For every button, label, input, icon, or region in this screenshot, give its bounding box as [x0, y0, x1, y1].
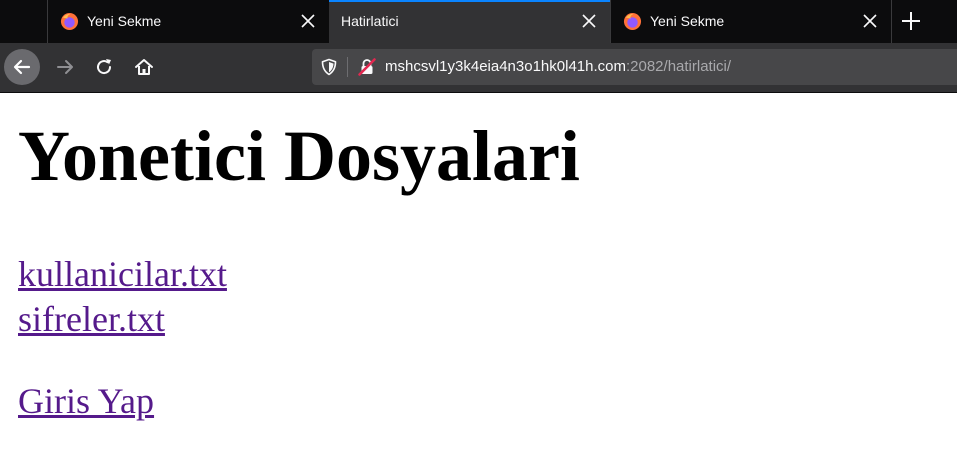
tab-title: Yeni Sekme: [650, 13, 725, 29]
tab-title: Yeni Sekme: [87, 13, 162, 29]
close-icon[interactable]: [301, 14, 315, 28]
url-path: :2082/hatirlatici/: [625, 58, 732, 75]
close-icon[interactable]: [582, 14, 596, 28]
insecure-lock-icon[interactable]: [357, 57, 377, 77]
tabstrip-spacer: [0, 0, 47, 43]
home-button[interactable]: [126, 49, 162, 85]
tab-yeni-sekme-1[interactable]: Yeni Sekme: [47, 0, 329, 43]
back-arrow-icon: [13, 59, 31, 75]
tab-title: Hatirlatici: [341, 13, 399, 29]
tab-yeni-sekme-2[interactable]: Yeni Sekme: [610, 0, 892, 43]
navigation-toolbar: mshcsvl1y3k4eia4n3o1hk0l41h.com:2082/hat…: [0, 43, 957, 93]
url-text[interactable]: mshcsvl1y3k4eia4n3o1hk0l41h.com:2082/hat…: [385, 58, 731, 75]
login-link[interactable]: Giris Yap: [18, 383, 154, 419]
forward-button[interactable]: [47, 49, 83, 85]
link-sifreler[interactable]: sifreler.txt: [18, 301, 165, 337]
back-button[interactable]: [4, 49, 40, 85]
close-icon[interactable]: [863, 14, 877, 28]
plus-icon[interactable]: [893, 5, 929, 37]
shield-icon[interactable]: [320, 58, 338, 76]
url-host: mshcsvl1y3k4eia4n3o1hk0l41h.com: [385, 58, 626, 75]
firefox-icon: [60, 12, 79, 31]
page-content: Yonetici Dosyalari kullanicilar.txt sifr…: [0, 93, 957, 468]
tab-strip: Yeni Sekme Hatirlatici Yeni Sekme: [0, 0, 957, 43]
reload-icon: [97, 59, 112, 75]
url-divider: [347, 57, 348, 77]
forward-arrow-icon: [57, 60, 73, 74]
home-icon: [135, 59, 153, 75]
link-kullanicilar[interactable]: kullanicilar.txt: [18, 256, 227, 292]
reload-button[interactable]: [86, 49, 122, 85]
firefox-icon: [623, 12, 642, 31]
url-bar[interactable]: mshcsvl1y3k4eia4n3o1hk0l41h.com:2082/hat…: [312, 49, 957, 85]
page-title: Yonetici Dosyalari: [18, 116, 580, 196]
tab-hatirlatici[interactable]: Hatirlatici: [329, 0, 610, 43]
